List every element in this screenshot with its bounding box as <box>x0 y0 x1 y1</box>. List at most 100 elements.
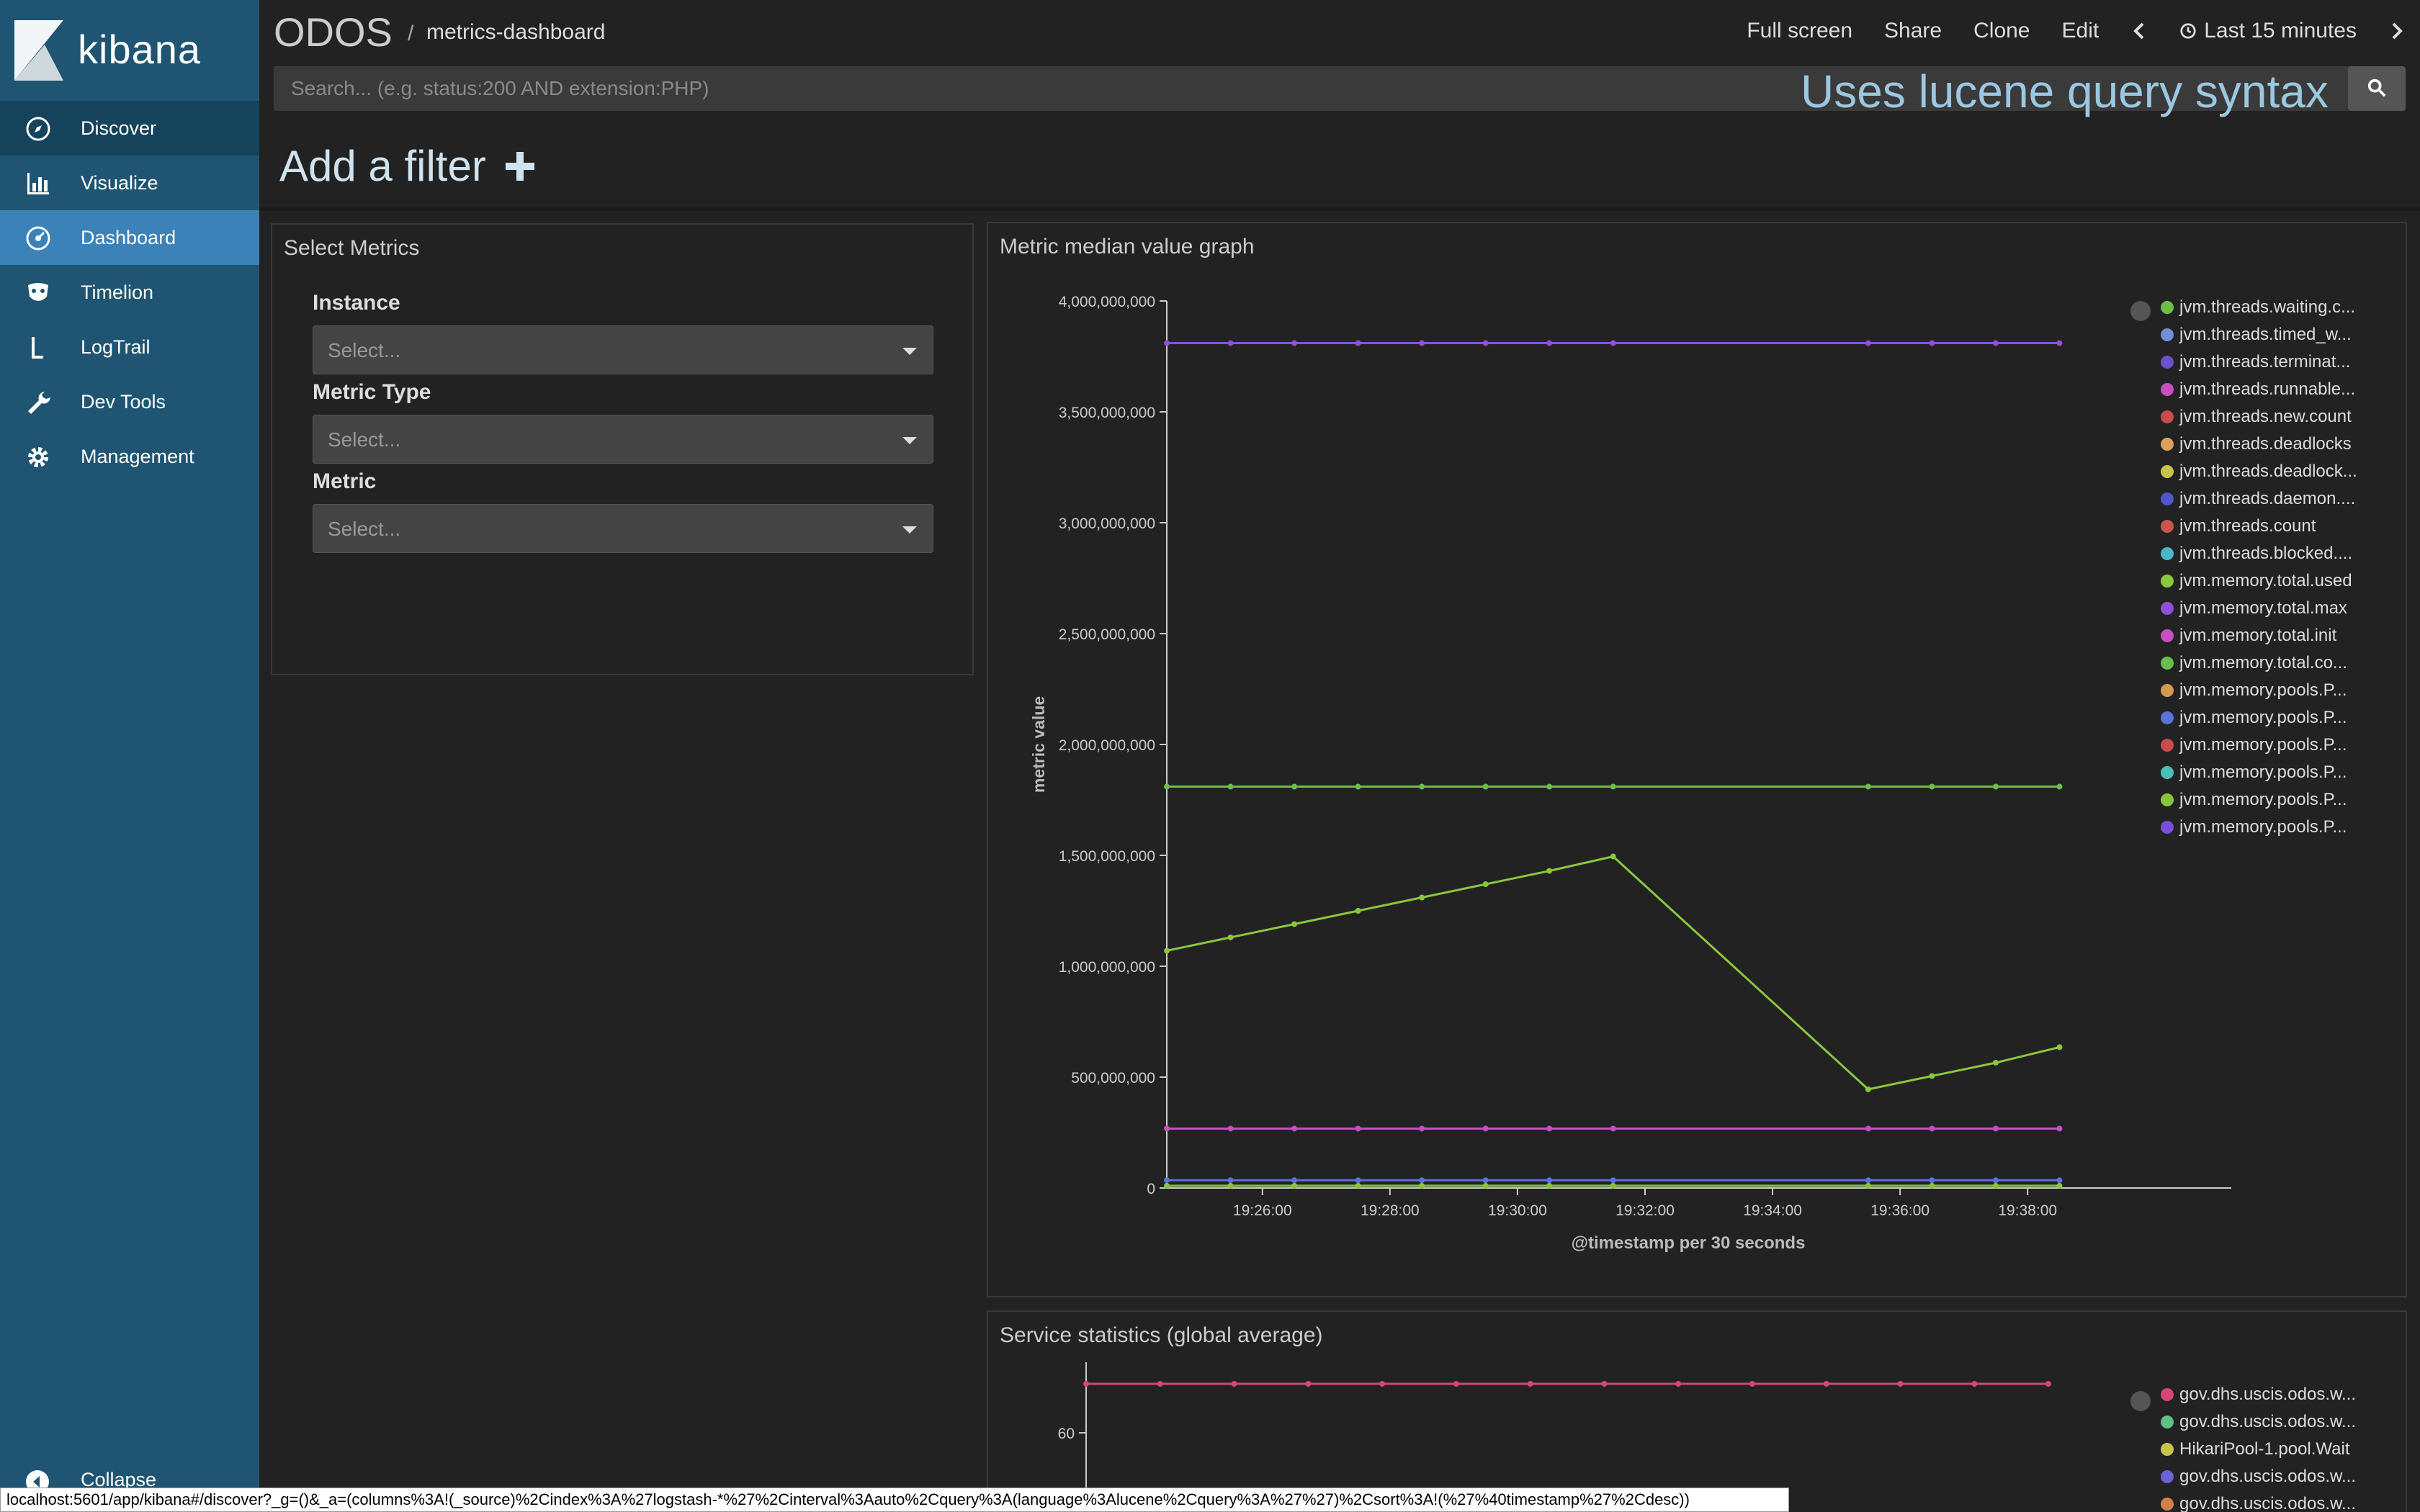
breadcrumb-separator: / <box>408 22 414 45</box>
full-screen-button[interactable]: Full screen <box>1747 19 1852 43</box>
legend-item[interactable]: jvm.threads.waiting.c... <box>2161 294 2357 321</box>
legend-item[interactable]: jvm.memory.total.co... <box>2161 649 2357 677</box>
data-point <box>1929 1073 1935 1079</box>
legend-item[interactable]: HikariPool-1.pool.Wait <box>2161 1436 2356 1463</box>
legend-label: jvm.memory.total.max <box>2179 598 2347 618</box>
sidebar-item-management[interactable]: Management <box>0 429 259 484</box>
data-point <box>1419 1182 1425 1189</box>
legend-label: jvm.memory.pools.P... <box>2179 790 2347 809</box>
sidebar-item-timelion[interactable]: Timelion <box>0 265 259 320</box>
data-point <box>1305 1381 1312 1387</box>
legend-label: gov.dhs.uscis.odos.w... <box>2179 1385 2357 1404</box>
data-point <box>1164 783 1170 790</box>
data-point <box>2056 783 2063 790</box>
time-picker[interactable]: Last 15 minutes <box>2179 19 2357 43</box>
sidebar-nav: Discover Visualize Dashboard Timelion Lo… <box>0 101 259 484</box>
legend-item[interactable]: jvm.threads.new.count <box>2161 403 2357 431</box>
metric-type-select[interactable]: Select... <box>313 415 933 464</box>
sidebar-item-discover[interactable]: Discover <box>0 101 259 156</box>
legend-item[interactable]: jvm.memory.pools.P... <box>2161 814 2357 841</box>
data-point <box>1227 1125 1234 1132</box>
data-point <box>1865 340 1871 346</box>
metric-median-panel: Metric median value graph 0 500,000,000 1,… <box>987 222 2407 1297</box>
y-tick-label: 500,000,000 <box>1071 1070 1155 1086</box>
legend-item[interactable]: jvm.threads.runnable... <box>2161 376 2357 403</box>
legend-item[interactable]: jvm.threads.deadlocks <box>2161 431 2357 458</box>
data-point <box>1355 783 1361 790</box>
legend-item[interactable]: jvm.memory.pools.P... <box>2161 759 2357 786</box>
legend-toggle-icon[interactable] <box>2130 1391 2151 1411</box>
metric-select[interactable]: Select... <box>313 504 933 553</box>
data-point <box>1546 1125 1553 1132</box>
legend-item[interactable]: gov.dhs.uscis.odos.w... <box>2161 1490 2356 1512</box>
kibana-logo-icon <box>14 20 63 81</box>
legend-toggle-icon[interactable] <box>2130 301 2151 321</box>
data-point <box>1419 340 1425 346</box>
legend-item[interactable]: jvm.memory.pools.P... <box>2161 786 2357 814</box>
legend-dot-icon <box>2161 1470 2174 1483</box>
legend-label: gov.dhs.uscis.odos.w... <box>2179 1412 2357 1431</box>
instance-select[interactable]: Select... <box>313 325 933 374</box>
legend-item[interactable]: gov.dhs.uscis.odos.w... <box>2161 1463 2356 1490</box>
legend-dot-icon <box>2161 575 2174 588</box>
legend-item[interactable]: jvm.threads.deadlock... <box>2161 458 2357 485</box>
legend-item[interactable]: jvm.memory.total.init <box>2161 622 2357 649</box>
legend-item[interactable]: jvm.memory.pools.P... <box>2161 677 2357 704</box>
chevron-right-icon[interactable] <box>2388 20 2406 42</box>
legend-item[interactable]: jvm.memory.total.max <box>2161 595 2357 622</box>
legend-item[interactable]: gov.dhs.uscis.odos.w... <box>2161 1381 2356 1408</box>
data-point <box>2056 1182 2063 1189</box>
data-point <box>1929 1125 1935 1132</box>
legend-item[interactable]: jvm.threads.terminat... <box>2161 348 2357 376</box>
x-tick-label: 19:28:00 <box>1361 1202 1420 1219</box>
sidebar: kibana Discover Visualize Dashboard Time… <box>0 0 259 1512</box>
data-point <box>1355 340 1361 346</box>
legend-item[interactable]: jvm.threads.blocked.... <box>2161 540 2357 567</box>
data-point <box>1419 1125 1425 1132</box>
data-point <box>1527 1381 1533 1387</box>
data-point <box>1823 1381 1829 1387</box>
panel-title: Select Metrics <box>284 236 420 260</box>
legend-label: jvm.threads.count <box>2179 516 2316 536</box>
sidebar-item-dev-tools[interactable]: Dev Tools <box>0 374 259 429</box>
legend-dot-icon <box>2161 1498 2174 1511</box>
chevron-left-icon[interactable] <box>2130 20 2148 42</box>
y-tick-label: 3,500,000,000 <box>1059 405 1155 421</box>
legend-item[interactable]: jvm.memory.pools.P... <box>2161 732 2357 759</box>
edit-button[interactable]: Edit <box>2062 19 2099 43</box>
legend-item[interactable]: jvm.threads.daemon.... <box>2161 485 2357 513</box>
sidebar-item-label: Visualize <box>81 171 158 194</box>
dashboard-gauge-icon <box>26 226 50 251</box>
legend-item[interactable]: gov.dhs.uscis.odos.w... <box>2161 1408 2356 1436</box>
sidebar-item-logtrail[interactable]: LogTrail <box>0 320 259 374</box>
data-point <box>1971 1381 1978 1387</box>
data-point <box>1929 783 1935 790</box>
legend-dot-icon <box>2161 383 2174 396</box>
instance-select-placeholder: Select... <box>328 339 401 361</box>
x-tick-label: 19:38:00 <box>1998 1202 2057 1219</box>
legend-item[interactable]: jvm.memory.pools.P... <box>2161 704 2357 732</box>
legend-dot-icon <box>2161 766 2174 779</box>
legend-dot-icon <box>2161 1388 2174 1401</box>
add-filter-label: Add a filter <box>279 142 486 190</box>
add-filter-button[interactable]: Add a filter <box>279 141 536 191</box>
data-point <box>1610 1182 1616 1189</box>
legend-label: jvm.threads.blocked.... <box>2179 544 2353 563</box>
legend-item[interactable]: jvm.threads.timed_w... <box>2161 321 2357 348</box>
caret-down-icon <box>902 348 917 355</box>
search-button[interactable] <box>2348 66 2406 111</box>
lucene-syntax-hint[interactable]: Uses lucene query syntax <box>1801 65 2329 118</box>
sidebar-item-visualize[interactable]: Visualize <box>0 156 259 210</box>
clone-button[interactable]: Clone <box>1973 19 2030 43</box>
kibana-logo[interactable]: kibana <box>0 0 259 101</box>
legend-item[interactable]: jvm.memory.total.used <box>2161 567 2357 595</box>
legend-label: jvm.memory.total.used <box>2179 571 2352 590</box>
share-button[interactable]: Share <box>1884 19 1942 43</box>
legend-item[interactable]: jvm.threads.count <box>2161 513 2357 540</box>
data-point <box>1164 1182 1170 1189</box>
sidebar-item-dashboard[interactable]: Dashboard <box>0 210 259 265</box>
top-menu: Full screen Share Clone Edit Last 15 min… <box>1715 19 2406 43</box>
data-point <box>1610 783 1616 790</box>
data-point <box>1482 1177 1489 1184</box>
y-tick-label: 1,500,000,000 <box>1059 848 1155 865</box>
